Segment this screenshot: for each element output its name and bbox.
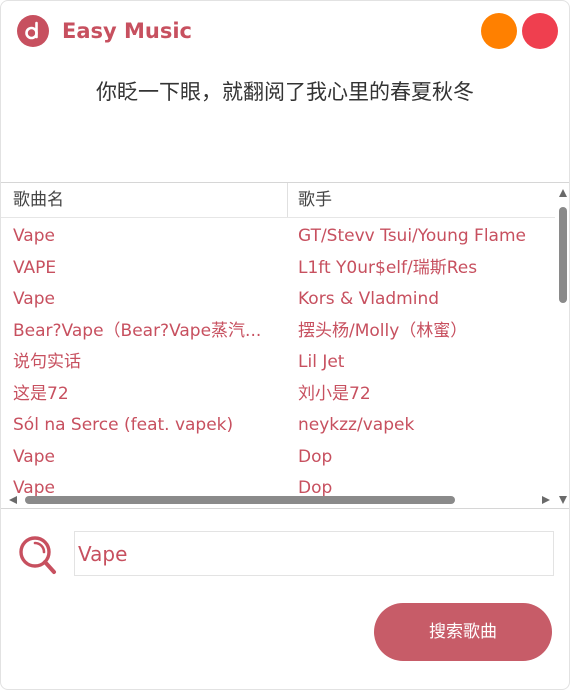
song-table: 歌曲名 歌手 Vape GT/Stevv Tsui/Young Flame VA… [1,182,569,509]
vertical-scroll-thumb[interactable] [559,207,567,303]
song-name-cell: VAPE [13,257,57,278]
table-row[interactable]: Vape Kors & Vladmind [1,284,555,316]
artist-cell: neykzz/vapek [298,415,415,435]
table-row[interactable]: 说句实话 Lil Jet [1,347,555,379]
header-song-name[interactable]: 歌曲名 [13,183,283,217]
table-row[interactable]: 这是72 刘小是72 [1,379,555,411]
horizontal-scrollbar[interactable] [1,493,557,507]
table-row[interactable]: Vape GT/Stevv Tsui/Young Flame [1,221,555,253]
search-songs-button[interactable]: 搜索歌曲 [374,603,552,661]
scroll-right-arrow-icon[interactable] [542,496,550,504]
scroll-up-arrow-icon[interactable] [559,189,567,197]
minimize-button[interactable] [481,13,517,49]
table-row[interactable]: VAPE L1ft Y0ur$elf/瑞斯Res [1,253,555,285]
column-divider[interactable] [287,183,288,217]
artist-cell: Lil Jet [298,352,345,372]
table-rows: Vape GT/Stevv Tsui/Young Flame VAPE L1ft… [1,221,555,505]
table-row[interactable]: Bear?Vape（Bear?Vape蒸汽... 摆头杨/Molly（林蜜） [1,316,555,348]
artist-cell: Kors & Vladmind [298,289,440,309]
artist-cell: 摆头杨/Molly（林蜜） [298,320,468,341]
artist-cell: 刘小是72 [298,383,371,404]
table-row[interactable]: Sól na Serce (feat. vapek) neykzz/vapek [1,410,555,442]
artist-cell: GT/Stevv Tsui/Young Flame [298,226,526,246]
app-title: Easy Music [62,19,193,43]
vertical-scrollbar[interactable] [557,183,569,493]
song-name-cell: Vape [13,289,55,309]
lyric-text: 你眨一下眼，就翻阅了我心里的春夏秋冬 [96,80,474,104]
search-icon [19,536,56,574]
table-row[interactable]: Vape Dop [1,442,555,474]
header-artist[interactable]: 歌手 [298,183,548,217]
song-name-cell: 说句实话 [13,352,81,372]
song-name-cell: Sól na Serce (feat. vapek) [13,415,234,435]
music-disc-icon [17,15,49,47]
title-bar[interactable]: Easy Music [1,1,569,61]
app-window: Easy Music 你眨一下眼，就翻阅了我心里的春夏秋冬 歌曲名 歌手 Vap… [0,0,570,690]
close-button[interactable] [522,13,558,49]
table-header: 歌曲名 歌手 [1,183,555,218]
scroll-left-arrow-icon[interactable] [9,496,17,504]
scroll-down-arrow-icon[interactable] [559,496,567,504]
song-name-cell: 这是72 [13,383,69,404]
horizontal-scroll-thumb[interactable] [25,496,455,504]
song-name-cell: Vape [13,226,55,246]
search-input[interactable] [74,531,554,576]
song-name-cell: Vape [13,446,55,467]
artist-cell: Dop [298,446,333,467]
song-name-cell: Bear?Vape（Bear?Vape蒸汽... [13,320,262,341]
artist-cell: L1ft Y0ur$elf/瑞斯Res [298,257,478,278]
